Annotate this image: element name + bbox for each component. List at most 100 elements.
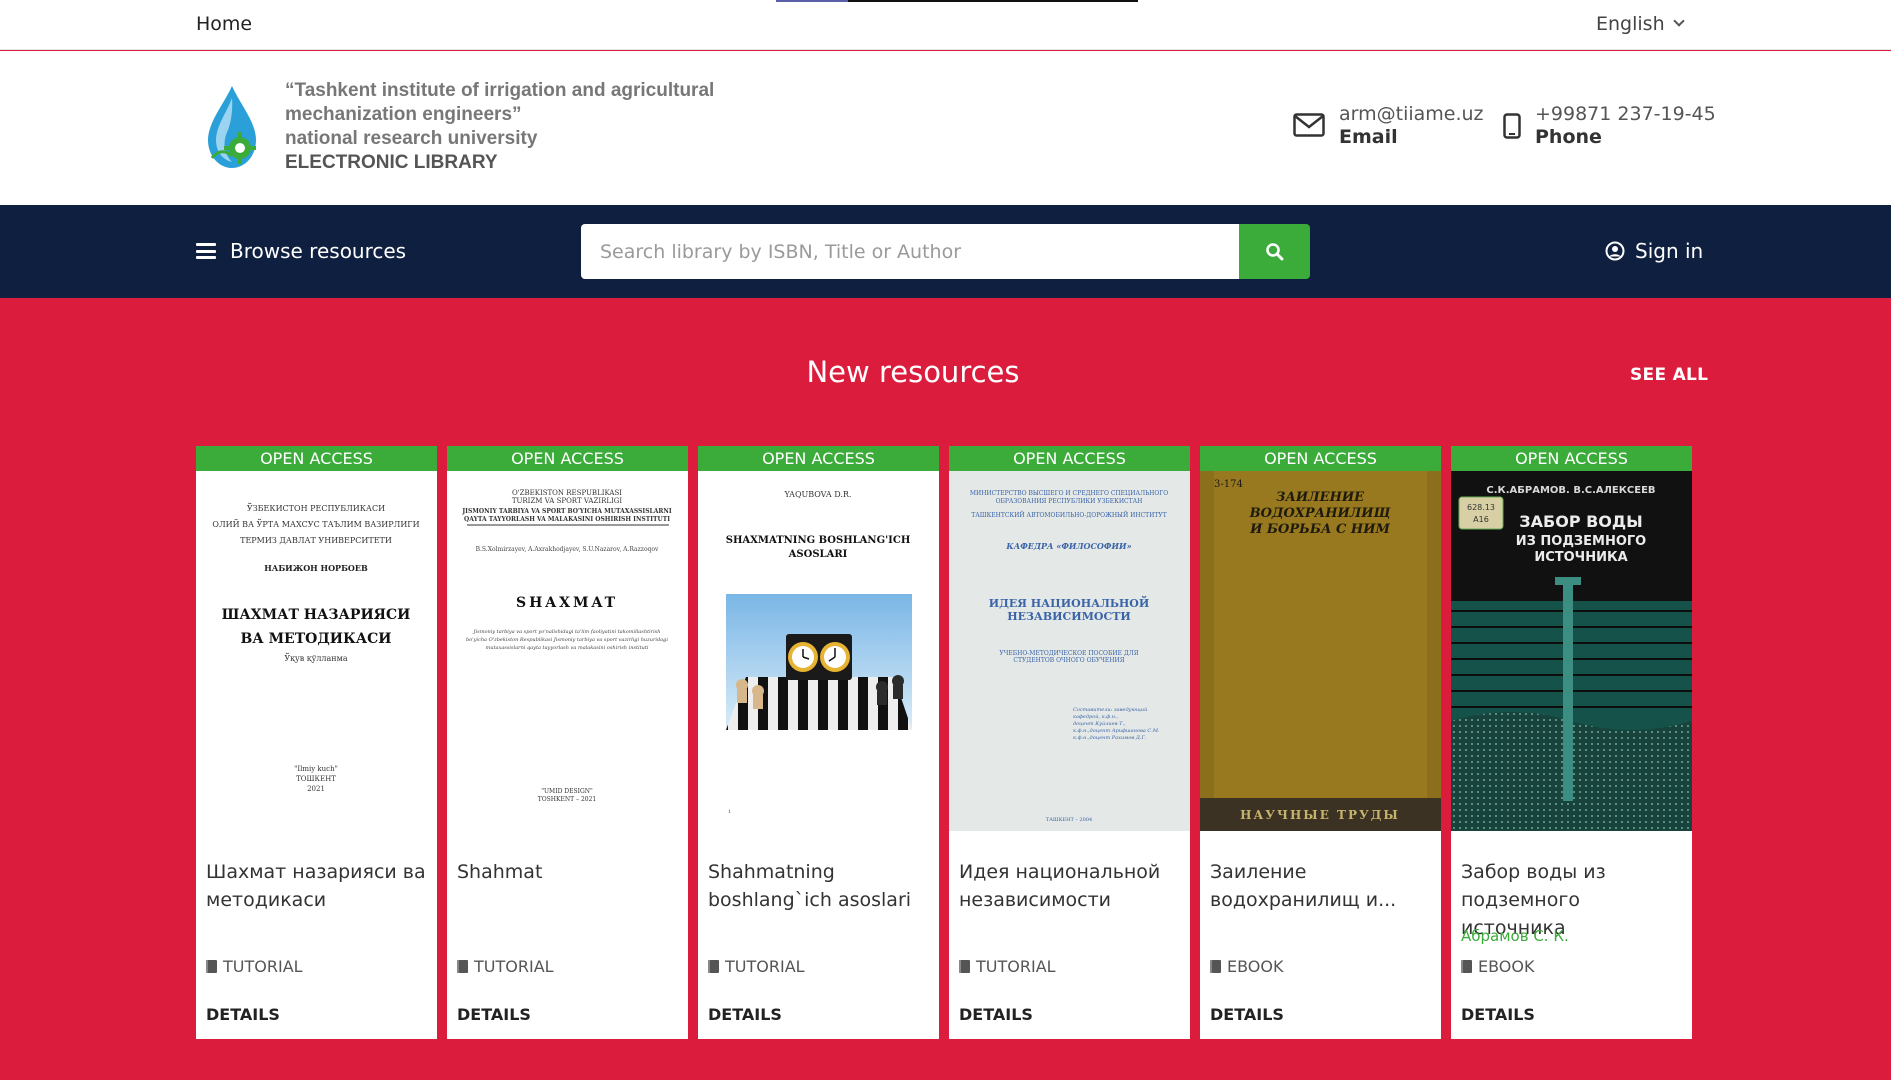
cover-text: SHAXMAT <box>516 595 618 611</box>
cover-art: ЎЗБЕКИСТОН РЕСПУБЛИКАСИ ОЛИЙ ВА ЎРТА МАХ… <box>212 503 419 793</box>
sign-in-button[interactable]: Sign in <box>1605 239 1703 263</box>
cover-text: НЕЗАВИСИМОСТИ <box>1007 610 1131 623</box>
cover-text: ТАШКЕНТ – 2004 <box>1046 817 1092 823</box>
language-label: English <box>1596 13 1665 35</box>
cover-text: 2021 <box>307 785 325 793</box>
cover-text: ОЛИЙ ВА ЎРТА МАХСУС ТАЪЛИМ ВАЗИРЛИГИ <box>212 519 419 529</box>
envelope-icon <box>1293 113 1325 137</box>
cover-text: к.ф.н.,доцент Рахимов Д.Г. <box>1073 734 1147 741</box>
resource-type-label: TUTORIAL <box>976 957 1056 976</box>
resource-title[interactable]: Заиление водохранилищ и... <box>1210 858 1435 914</box>
resource-title[interactable]: Идея национальной независимости <box>959 858 1184 914</box>
cover-text: Составители: заведующий <box>1073 707 1147 713</box>
cover-text: mutaxassislarni qayta tayyorlash va mala… <box>486 645 649 651</box>
resource-card[interactable]: OPEN ACCESS YAQUBOVA D.R. SHAXMATNING BO… <box>698 446 939 1039</box>
home-link[interactable]: Home <box>196 13 252 35</box>
email-label: Email <box>1339 126 1398 148</box>
details-link[interactable]: DETAILS <box>1461 1005 1535 1024</box>
open-access-badge: OPEN ACCESS <box>698 446 939 471</box>
language-selector[interactable]: English <box>1596 13 1685 35</box>
resource-type-label: EBOOK <box>1478 957 1535 976</box>
resource-card[interactable]: OPEN ACCESS O'ZBEKISTON RESPUBLIKASI TUR… <box>447 446 688 1039</box>
cover-text: 3-174 <box>1214 479 1243 490</box>
details-link[interactable]: DETAILS <box>206 1005 280 1024</box>
search-icon <box>1265 242 1283 260</box>
institution-name: “Tashkent institute of irrigation and ag… <box>285 79 714 175</box>
details-link[interactable]: DETAILS <box>1210 1005 1284 1024</box>
cover-text: 628.13 <box>1467 503 1495 512</box>
cover-text: ОБРАЗОВАНИЯ РЕСПУБЛИКИ УЗБЕКИСТАН <box>996 498 1143 505</box>
search-input[interactable] <box>581 224 1239 279</box>
open-access-badge: OPEN ACCESS <box>1200 446 1441 471</box>
cover-text: ШАХМАТ НАЗАРИЯСИ <box>222 607 411 623</box>
details-link[interactable]: DETAILS <box>959 1005 1033 1024</box>
resource-author[interactable]: Абрамов С. К. <box>1461 927 1569 945</box>
phone-label: Phone <box>1535 126 1602 148</box>
email-contact[interactable]: arm@tiiame.uz Email <box>1293 103 1484 149</box>
brand-line-4: ELECTRONIC LIBRARY <box>285 152 498 173</box>
book-cover-image[interactable]: 3-174 ЗАИЛЕНИЕ ВОДОХРАНИЛИЩ И БОРЬБА С Н… <box>1200 471 1441 831</box>
open-access-badge: OPEN ACCESS <box>949 446 1190 471</box>
cover-text: к.ф.н.,доцент Арифшанова С.М. <box>1073 727 1160 734</box>
resource-card[interactable]: OPEN ACCESS МИНИСТЕРСТВО ВЫСШЕГО И СРЕДН… <box>949 446 1190 1039</box>
cover-text: "UMID DESIGN" <box>541 788 593 795</box>
page-loading-bar <box>776 0 1138 2</box>
cover-art: С.К.АБРАМОВ. В.С.АЛЕКСЕЕВ 628.13 А16 ЗАБ… <box>1451 471 1692 831</box>
user-circle-icon <box>1605 241 1625 261</box>
cover-text: ЎЗБЕКИСТОН РЕСПУБЛИКАСИ <box>247 503 385 513</box>
book-cover-image[interactable]: ЎЗБЕКИСТОН РЕСПУБЛИКАСИ ОЛИЙ ВА ЎРТА МАХ… <box>196 471 437 831</box>
cover-text: Jismoniy tarbiya va sport yo'nalishidagi… <box>473 629 661 635</box>
top-bar: Home English <box>0 0 1891 50</box>
resource-type: EBOOK <box>1461 957 1534 976</box>
cover-text: МИНИСТЕРСТВО ВЫСШЕГО И СРЕДНЕГО СПЕЦИАЛЬ… <box>970 490 1168 497</box>
resource-title[interactable]: Шахмат назарияси ва методикаси <box>206 858 431 914</box>
brand-line-1: “Tashkent institute of irrigation and ag… <box>285 80 715 101</box>
search-button[interactable] <box>1239 224 1310 279</box>
cover-art: YAQUBOVA D.R. SHAXMATNING BOSHLANG'ICH A… <box>726 490 912 815</box>
book-icon <box>708 960 719 973</box>
resource-card[interactable]: OPEN ACCESS С.К.АБРАМОВ. В.С.АЛЕКСЕЕВ 62… <box>1451 446 1692 1039</box>
brand-line-3: national research university <box>285 128 538 149</box>
resource-title[interactable]: Shahmat <box>457 858 682 886</box>
book-icon <box>1210 960 1221 973</box>
browse-resources-button[interactable]: Browse resources <box>196 239 406 263</box>
resource-type-label: TUTORIAL <box>725 957 805 976</box>
cover-text: TURIZM VA SPORT VAZIRLIGI <box>512 497 623 505</box>
book-cover-image[interactable]: С.К.АБРАМОВ. В.С.АЛЕКСЕЕВ 628.13 А16 ЗАБ… <box>1451 471 1692 831</box>
cover-art: 3-174 ЗАИЛЕНИЕ ВОДОХРАНИЛИЩ И БОРЬБА С Н… <box>1200 471 1441 831</box>
cover-text: ASOSLARI <box>788 549 848 560</box>
cover-text: ЗАБОР ВОДЫ <box>1519 512 1642 531</box>
university-logo[interactable] <box>202 84 262 174</box>
resource-title[interactable]: Shahmatning boshlang`ich asoslari <box>708 858 933 914</box>
cover-text: O'ZBEKISTON RESPUBLIKASI <box>512 489 622 497</box>
resource-type: TUTORIAL <box>206 957 303 976</box>
cover-text: НАУЧНЫЕ ТРУДЫ <box>1240 808 1400 822</box>
details-link[interactable]: DETAILS <box>708 1005 782 1024</box>
cover-text: SHAXMATNING BOSHLANG'ICH <box>726 535 911 546</box>
open-access-badge: OPEN ACCESS <box>447 446 688 471</box>
book-cover-image[interactable]: YAQUBOVA D.R. SHAXMATNING BOSHLANG'ICH A… <box>698 471 939 831</box>
book-cover-image[interactable]: O'ZBEKISTON RESPUBLIKASI TURIZM VA SPORT… <box>447 471 688 831</box>
resource-cards: OPEN ACCESS ЎЗБЕКИСТОН РЕСПУБЛИКАСИ ОЛИЙ… <box>196 446 1696 1039</box>
chevron-down-icon <box>1672 15 1685 27</box>
book-cover-image[interactable]: МИНИСТЕРСТВО ВЫСШЕГО И СРЕДНЕГО СПЕЦИАЛЬ… <box>949 471 1190 831</box>
section-title: New resources <box>806 355 1020 389</box>
resource-card[interactable]: OPEN ACCESS 3-174 ЗАИЛЕНИЕ ВОДОХРАНИЛИЩ … <box>1200 446 1441 1039</box>
cover-text: B.S.Xolmirzayev, A.Axrakhodjayev, S.U.Na… <box>476 546 659 553</box>
cover-text: ИДЕЯ НАЦИОНАЛЬНОЙ <box>989 595 1150 610</box>
cover-text: ВОДОХРАНИЛИЩ <box>1249 506 1392 521</box>
main-navigation: Browse resources Sign in <box>0 205 1891 298</box>
cover-text: ИЗ ПОДЗЕМНОГО <box>1516 534 1646 549</box>
see-all-link[interactable]: SEE ALL <box>1630 365 1708 385</box>
brand-line-2: mechanization engineers” <box>285 104 522 125</box>
cover-text: СТУДЕНТОВ ОЧНОГО ОБУЧЕНИЯ <box>1013 657 1124 664</box>
email-value[interactable]: arm@tiiame.uz <box>1339 103 1484 125</box>
phone-contact[interactable]: +99871 237-19-45 Phone <box>1503 103 1716 149</box>
browse-resources-label: Browse resources <box>230 239 407 263</box>
phone-value[interactable]: +99871 237-19-45 <box>1535 103 1716 125</box>
resource-type: TUTORIAL <box>457 957 554 976</box>
cover-text: "Ilmiy kuch" <box>294 765 338 773</box>
resource-card[interactable]: OPEN ACCESS ЎЗБЕКИСТОН РЕСПУБЛИКАСИ ОЛИЙ… <box>196 446 437 1039</box>
details-link[interactable]: DETAILS <box>457 1005 531 1024</box>
book-icon <box>1461 960 1472 973</box>
